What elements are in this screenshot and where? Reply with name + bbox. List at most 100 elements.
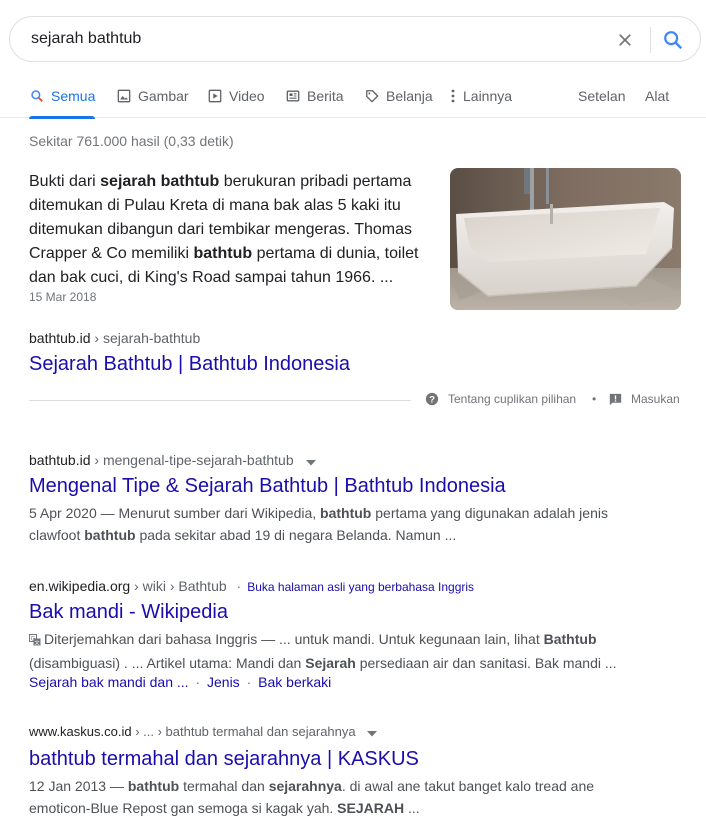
cite-path: › wiki › Bathtub xyxy=(130,578,227,594)
search-box[interactable]: sejarah bathtub xyxy=(9,16,701,62)
tag-icon xyxy=(364,88,380,104)
desc-line: 5 Apr 2020 — Menurut sumber dari Wikiped… xyxy=(29,502,689,524)
settings-label: Setelan xyxy=(578,88,626,104)
search-icon[interactable] xyxy=(660,27,686,53)
text-segment: persediaan air dan sanitasi. Bak mandi .… xyxy=(355,655,617,671)
tab-semua[interactable]: Semua xyxy=(29,80,96,119)
highlighted-term: bathtub xyxy=(84,527,136,543)
caret-down-icon[interactable] xyxy=(367,725,378,740)
video-icon xyxy=(207,88,223,104)
text-segment: (disambiguasi) . ... Artikel utama: Mand… xyxy=(29,655,306,671)
feedback-link[interactable]: Masukan xyxy=(609,392,680,406)
text-segment: . di awal ane takut banget kalo tread an… xyxy=(341,778,595,794)
news-icon xyxy=(285,88,301,104)
highlighted-term: Sejarah xyxy=(305,655,356,671)
tab-label: Lainnya xyxy=(463,88,513,104)
desc-line: G文 Diterjemahkan dari bahasa Inggris — .… xyxy=(29,628,689,652)
text-segment: ... xyxy=(404,800,420,816)
desc-line: clawfoot bathtub pada sekitar abad 19 di… xyxy=(29,524,689,546)
cite-domain: bathtub.id xyxy=(29,452,91,468)
highlighted-term: sejarahnya xyxy=(268,778,342,794)
separator-dot: • xyxy=(592,392,597,406)
result-cite: www.kaskus.co.id › ... › bathtub termaha… xyxy=(29,724,378,740)
tab-gambar[interactable]: Gambar xyxy=(116,80,189,118)
text-segment: 5 Apr 2020 — Menurut sumber dari Wikiped… xyxy=(29,505,321,521)
tools-label: Alat xyxy=(645,88,670,104)
clear-icon[interactable] xyxy=(613,28,637,52)
svg-text:文: 文 xyxy=(34,640,39,647)
cite-domain: www.kaskus.co.id xyxy=(29,724,132,739)
search-divider xyxy=(650,27,651,53)
separator-dot: · xyxy=(236,578,242,594)
sitelink[interactable]: Sejarah bak mandi dan ... xyxy=(29,674,189,690)
sitelinks: Sejarah bak mandi dan ... · Jenis · Bak … xyxy=(29,674,331,690)
tab-berita[interactable]: Berita xyxy=(285,80,344,118)
svg-text:?: ? xyxy=(429,395,435,406)
cite-domain: bathtub.id xyxy=(29,330,91,346)
result-description: 5 Apr 2020 — Menurut sumber dari Wikiped… xyxy=(29,502,689,546)
featured-snippet-date: 15 Mar 2018 xyxy=(29,290,97,304)
image-icon xyxy=(116,88,132,104)
search-input[interactable]: sejarah bathtub xyxy=(31,30,141,48)
search-tabs: Semua Gambar Video Berita Belanja Lainny… xyxy=(0,80,706,119)
text-segment: pertama yang digunakan adalah jenis xyxy=(371,505,608,521)
highlighted-term: bathtub xyxy=(320,505,372,521)
desc-text: Diterjemahkan dari bahasa Inggris — ... … xyxy=(44,631,597,647)
result-description: G文 Diterjemahkan dari bahasa Inggris — .… xyxy=(29,628,689,674)
more-vert-icon xyxy=(449,88,457,104)
tools-link[interactable]: Alat xyxy=(645,80,669,118)
feedback-label: Masukan xyxy=(631,392,680,406)
desc-line: (disambiguasi) . ... Artikel utama: Mand… xyxy=(29,652,689,674)
result-cite: en.wikipedia.org › wiki › Bathtub · Buka … xyxy=(29,578,474,594)
result-stats: Sekitar 761.000 hasil (0,33 detik) xyxy=(29,133,234,149)
tab-label: Belanja xyxy=(386,88,433,104)
result-title-link[interactable]: Bak mandi - Wikipedia xyxy=(29,599,228,625)
text-segment: pada sekitar abad 19 di negara Belanda. … xyxy=(135,527,457,543)
search-icon xyxy=(29,88,45,104)
result-title-link[interactable]: Mengenal Tipe & Sejarah Bathtub | Bathtu… xyxy=(29,473,506,499)
tab-lainnya[interactable]: Lainnya xyxy=(449,80,512,118)
separator-dot: · xyxy=(195,674,201,690)
featured-cite: bathtub.id › sejarah-bathtub xyxy=(29,330,200,346)
divider xyxy=(29,400,411,401)
text-segment: 12 Jan 2013 — xyxy=(29,778,128,794)
text-segment: termahal dan xyxy=(179,778,269,794)
separator-dot: · xyxy=(246,674,252,690)
text-segment: Bukti dari xyxy=(29,173,101,190)
translate-icon: G文 xyxy=(29,630,41,652)
caret-down-icon[interactable] xyxy=(305,453,316,469)
result-title-link[interactable]: bathtub termahal dan sejarahnya | KASKUS xyxy=(29,746,419,772)
about-featured-snippet[interactable]: ? Tentang cuplikan pilihan xyxy=(425,392,576,406)
tab-belanja[interactable]: Belanja xyxy=(364,80,433,118)
featured-snippet-image[interactable] xyxy=(450,168,681,310)
feedback-icon xyxy=(609,393,622,406)
text-segment: Diterjemahkan dari bahasa Inggris — ... … xyxy=(44,631,544,647)
tab-label: Semua xyxy=(51,88,96,104)
original-page-link[interactable]: Buka halaman asli yang berbahasa Inggris xyxy=(247,580,474,594)
text-segment: emoticon-Blue Repost gan semoga si kagak… xyxy=(29,800,338,816)
sitelink[interactable]: Bak berkaki xyxy=(258,674,331,690)
featured-snippet-text: Bukti dari sejarah bathtub berukuran pri… xyxy=(29,170,429,290)
highlighted-term: Bathtub xyxy=(543,631,597,647)
cite-path: › mengenal-tipe-sejarah-bathtub xyxy=(90,452,294,468)
featured-title-link[interactable]: Sejarah Bathtub | Bathtub Indonesia xyxy=(29,351,350,377)
cite-path: › ... › bathtub termahal dan sejarahnya xyxy=(131,724,356,739)
highlighted-term: sejarah bathtub xyxy=(100,173,220,190)
result-description: 12 Jan 2013 — bathtub termahal dan sejar… xyxy=(29,775,689,819)
cite-path: › sejarah-bathtub xyxy=(90,330,201,346)
settings-link[interactable]: Setelan xyxy=(578,80,625,118)
tab-label: Berita xyxy=(307,88,344,104)
sitelink[interactable]: Jenis xyxy=(207,674,240,690)
text-segment: clawfoot xyxy=(29,527,85,543)
tab-video[interactable]: Video xyxy=(207,80,265,118)
featured-feedback-row: ? Tentang cuplikan pilihan • Masukan xyxy=(29,388,681,412)
about-label: Tentang cuplikan pilihan xyxy=(448,392,577,406)
help-icon: ? xyxy=(425,392,439,406)
desc-line: emoticon-Blue Repost gan semoga si kagak… xyxy=(29,797,689,819)
desc-line: 12 Jan 2013 — bathtub termahal dan sejar… xyxy=(29,775,689,797)
result-cite: bathtub.id › mengenal-tipe-sejarah-batht… xyxy=(29,452,316,469)
highlighted-term: bathtub xyxy=(127,778,180,794)
highlighted-term: bathtub xyxy=(193,245,253,262)
highlighted-term: SEJARAH xyxy=(337,800,405,816)
tab-label: Video xyxy=(229,88,265,104)
